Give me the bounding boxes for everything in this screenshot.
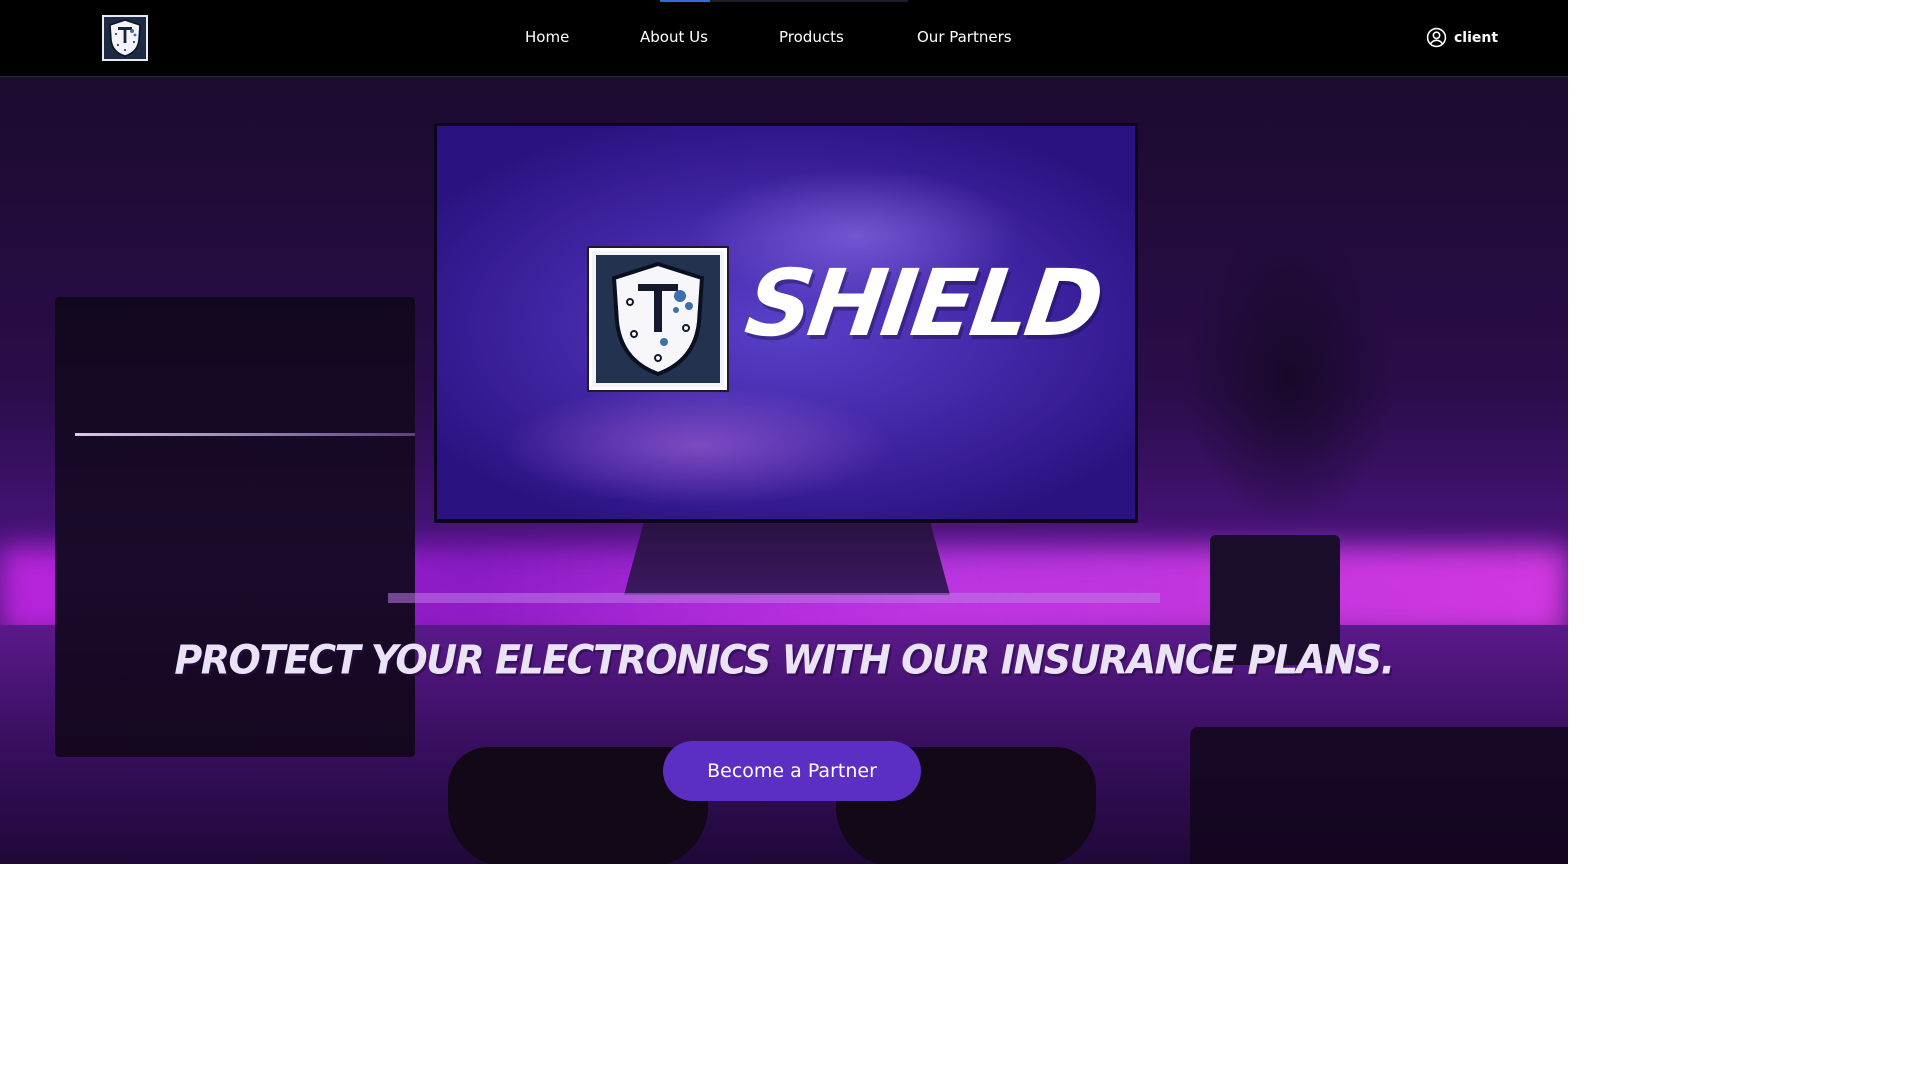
become-partner-button[interactable]: Become a Partner [663,741,921,801]
hero-monitor-image: SHIELD [434,123,1138,523]
background-plant [1150,177,1430,597]
monitor-stand [624,523,950,595]
hero-section: SHIELD Protect your electronics with our… [0,77,1568,864]
site-header: Home About Us Products Our Partners clie… [0,0,1568,77]
background-speaker-box [55,297,415,757]
shield-icon [611,261,705,377]
monitor-shelf [388,593,1160,603]
nav-item-products[interactable]: Products [779,28,844,46]
user-circle-icon [1426,27,1447,48]
main-nav: Home About Us Products Our Partners [0,0,1568,77]
nav-active-indicator [660,0,710,2]
monitor-screen: SHIELD [437,126,1135,519]
screen-shield-logo [589,248,727,390]
light-reflection [75,433,415,436]
screen-brand-title: SHIELD [739,250,1106,357]
client-label: client [1454,29,1499,46]
nav-item-our-partners[interactable]: Our Partners [917,28,1012,46]
site-logo[interactable] [102,15,148,61]
client-login-button[interactable]: client [1426,27,1498,48]
shield-icon [109,19,141,57]
hero-tagline: Protect your electronics with our insura… [174,637,1395,684]
background-object [1190,727,1568,864]
nav-item-about-us[interactable]: About Us [640,28,708,46]
nav-item-home[interactable]: Home [525,28,569,46]
